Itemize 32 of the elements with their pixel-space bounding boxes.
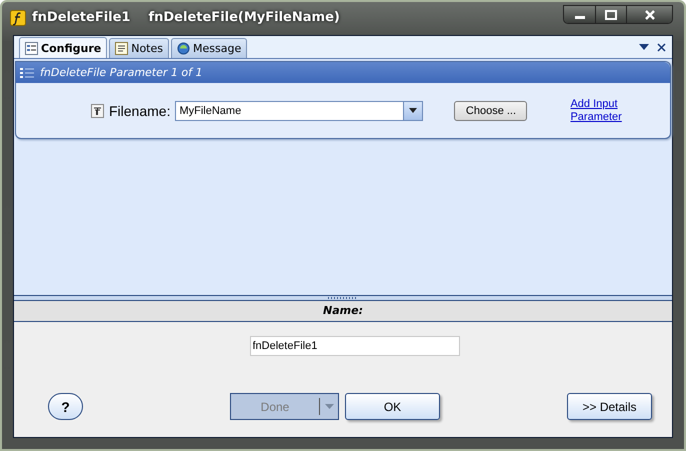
minimize-icon xyxy=(574,16,584,19)
help-button[interactable]: ? xyxy=(48,393,83,420)
caret-icon xyxy=(324,404,334,409)
dropdown-arrow-icon[interactable] xyxy=(639,44,649,50)
tab[interactable]: Configure xyxy=(19,37,108,58)
name-field[interactable]: fnDeleteFile1 xyxy=(250,336,460,356)
minimize-button[interactable] xyxy=(564,6,595,23)
filename-dropdown[interactable]: MyFileName xyxy=(175,100,424,120)
close-icon xyxy=(642,10,656,20)
name-heading: Name: xyxy=(14,301,672,322)
notes-icon xyxy=(115,42,128,55)
details-button[interactable]: >> Details xyxy=(567,393,652,420)
maximize-icon xyxy=(604,10,618,20)
close-button[interactable] xyxy=(626,6,672,23)
ok-button[interactable]: OK xyxy=(345,393,440,420)
globe-icon xyxy=(177,42,190,55)
tab[interactable]: Message xyxy=(171,38,248,58)
function-icon xyxy=(10,10,26,26)
close-icon[interactable] xyxy=(657,42,666,52)
field-label: Filename: xyxy=(109,102,170,118)
grip-icon xyxy=(20,68,34,78)
add-input-parameter-link[interactable]: Add Input Parameter xyxy=(570,98,630,124)
window-subtitle: fnDeleteFile(MyFileName) xyxy=(148,10,340,25)
window-title: fnDeleteFile1 xyxy=(32,10,130,25)
tab[interactable]: Notes xyxy=(109,38,169,58)
splitter-handle[interactable] xyxy=(14,295,672,300)
caret-icon xyxy=(409,108,418,113)
form-icon xyxy=(25,42,38,54)
panel-title: fnDeleteFile Parameter 1 of 1 xyxy=(40,66,203,79)
choose-button[interactable]: Choose ... xyxy=(454,100,528,120)
maximize-button[interactable] xyxy=(595,6,626,23)
text-type-icon xyxy=(91,104,104,118)
